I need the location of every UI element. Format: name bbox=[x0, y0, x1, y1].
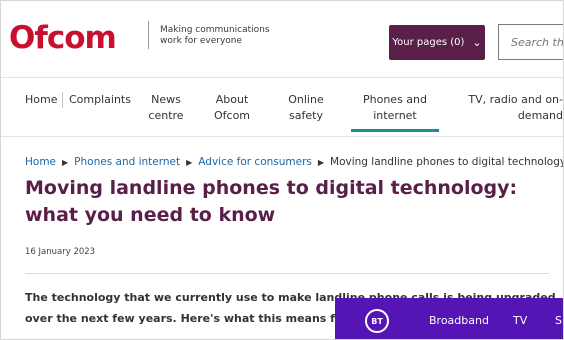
divider bbox=[25, 273, 549, 274]
nav-item-phones-and-internet[interactable]: Phones and internet bbox=[351, 92, 439, 132]
nav-item-complaints[interactable]: Complaints bbox=[69, 92, 131, 108]
logo-divider bbox=[148, 21, 149, 49]
chevron-down-icon: ⌄ bbox=[472, 36, 482, 49]
breadcrumb-advice-for-consumers[interactable]: Advice for consumers bbox=[198, 156, 312, 168]
logo-text: Ofcom bbox=[9, 21, 116, 53]
site-header: Ofcom Making communications work for eve… bbox=[1, 1, 563, 77]
breadcrumb-arrow-icon: ▶ bbox=[186, 157, 193, 167]
nav-divider bbox=[62, 92, 63, 108]
breadcrumb-phones-and-internet[interactable]: Phones and internet bbox=[74, 156, 180, 168]
ad-link-more[interactable]: S bbox=[555, 314, 562, 327]
nav-item-news-centre[interactable]: News centre bbox=[136, 92, 196, 124]
your-pages-button[interactable]: Your pages (0) ⌄ bbox=[389, 25, 485, 60]
browser-viewport: Ofcom Making communications work for eve… bbox=[0, 0, 564, 340]
nav-item-tv-radio-on-demand[interactable]: TV, radio and on-demand bbox=[463, 92, 563, 124]
nav-item-online-safety[interactable]: Online safety bbox=[281, 92, 331, 124]
breadcrumb-arrow-icon: ▶ bbox=[62, 157, 69, 167]
ad-link-tv[interactable]: TV bbox=[513, 314, 527, 327]
ad-link-broadband[interactable]: Broadband bbox=[429, 314, 489, 327]
bt-advert-banner[interactable]: BT Broadband TV S bbox=[335, 298, 563, 339]
publish-date: 16 January 2023 bbox=[25, 247, 96, 257]
search-input[interactable] bbox=[511, 35, 563, 49]
nav-item-about-ofcom[interactable]: About Ofcom bbox=[206, 92, 258, 124]
main-nav: Home Complaints News centre About Ofcom … bbox=[1, 77, 563, 137]
tagline: Making communications work for everyone bbox=[160, 25, 270, 46]
search-field[interactable] bbox=[498, 24, 563, 60]
breadcrumb: Home ▶ Phones and internet ▶ Advice for … bbox=[25, 156, 564, 168]
breadcrumb-arrow-icon: ▶ bbox=[317, 157, 325, 167]
breadcrumb-home[interactable]: Home bbox=[25, 156, 56, 168]
bt-logo[interactable]: BT bbox=[365, 309, 389, 333]
nav-item-home[interactable]: Home bbox=[25, 92, 57, 108]
breadcrumb-current: Moving landline phones to digital techno… bbox=[330, 156, 564, 168]
page-title: Moving landline phones to digital techno… bbox=[25, 177, 518, 226]
your-pages-label: Your pages (0) bbox=[392, 37, 465, 48]
ofcom-logo[interactable]: Ofcom bbox=[9, 21, 133, 53]
